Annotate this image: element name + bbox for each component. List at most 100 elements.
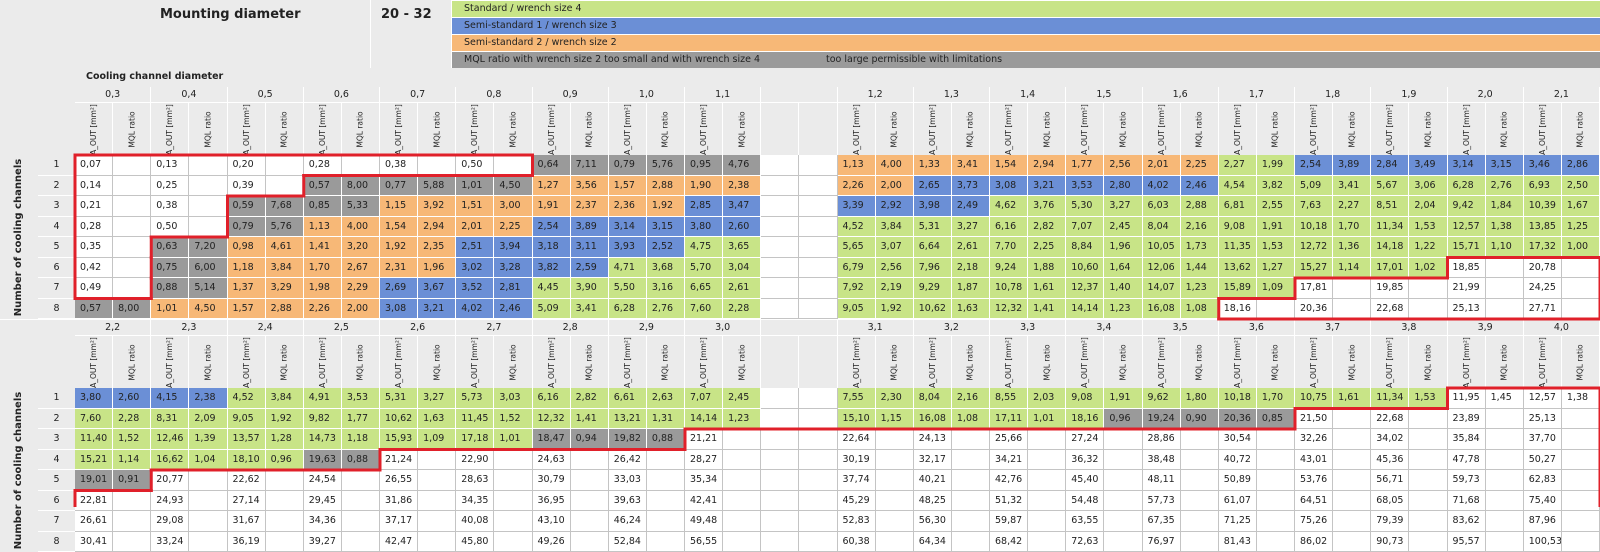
bottom-cell: 33,24	[151, 532, 189, 552]
top-cell: 2,26	[304, 299, 342, 320]
top-cell: 6,65	[685, 278, 723, 299]
top-col-label-10-mql: MQL ratio	[876, 103, 914, 155]
bottom-cell: 59,73	[1448, 470, 1486, 491]
bottom-cell: 45,36	[1371, 450, 1409, 471]
bottom-cell	[1181, 511, 1219, 532]
bottom-cell	[571, 450, 609, 471]
legend-semi-standard-2: Semi-standard 2 / wrench size 2	[452, 35, 1600, 51]
top-cell: 1,61	[1028, 278, 1066, 299]
bottom-cell: 1,09	[418, 429, 456, 450]
top-cell: 0,38	[151, 196, 189, 217]
top-cell	[1409, 278, 1447, 299]
bottom-cell: 25,66	[990, 429, 1028, 450]
top-cell: 2,25	[494, 217, 532, 238]
bottom-cell	[189, 491, 227, 512]
bottom-cell: 14,73	[304, 429, 342, 450]
top-col-label-text: MQL ratio	[280, 111, 289, 147]
top-cell: 1,44	[1181, 258, 1219, 279]
bottom-cell: 9,08	[1066, 388, 1104, 409]
top-cell	[799, 176, 837, 197]
top-cell: 1,54	[990, 155, 1028, 176]
top-cell	[113, 258, 151, 279]
bottom-cell	[761, 450, 799, 471]
bottom-cell: 1,01	[1028, 409, 1066, 430]
bottom-header-left	[0, 320, 75, 388]
bottom-cell: 7,60	[75, 409, 113, 430]
top-cell: 3,07	[876, 237, 914, 258]
top-diameter-8: 1,1	[685, 87, 761, 103]
bottom-col-label-19-mql: MQL ratio	[1562, 336, 1600, 388]
top-cell: 3,52	[456, 278, 494, 299]
bottom-cell: 1,14	[113, 450, 151, 471]
top-cell: 0,63	[151, 237, 189, 258]
top-cell: 2,01	[456, 217, 494, 238]
bottom-cell: 63,55	[1066, 511, 1104, 532]
bottom-cell: 51,32	[990, 491, 1028, 512]
top-col-label-text: MQL ratio	[890, 111, 899, 147]
bottom-cell	[647, 491, 685, 512]
bottom-cell: 43,01	[1295, 450, 1333, 471]
top-col-label-6-mql: MQL ratio	[571, 103, 609, 155]
bottom-cell: 56,30	[914, 511, 952, 532]
bottom-cell: 62,83	[1524, 470, 1562, 491]
bottom-cell: 0,88	[342, 450, 380, 471]
bottom-cell: 25,13	[1524, 409, 1562, 430]
top-cell: 1,57	[609, 176, 647, 197]
bottom-cell	[1562, 511, 1600, 532]
bottom-cell: 67,35	[1143, 511, 1181, 532]
top-cell: 1,01	[456, 176, 494, 197]
bottom-cell: 4,15	[151, 388, 189, 409]
bottom-col-label-6-aout: A_OUT [mm²]	[533, 336, 571, 388]
bottom-cell: 37,74	[838, 470, 876, 491]
top-cell: 3,18	[533, 237, 571, 258]
top-cell: 0,49	[75, 278, 113, 299]
top-diameter-13: 1,5	[1066, 87, 1142, 103]
top-cell: 3,00	[494, 196, 532, 217]
bottom-cell	[647, 532, 685, 552]
top-col-label-text: A_OUT [mm²]	[318, 104, 327, 155]
top-cell: 5,67	[1371, 176, 1409, 197]
bottom-cell	[1104, 532, 1142, 552]
top-row-number-1: 1	[38, 155, 75, 176]
top-col-label-6-aout: A_OUT [mm²]	[533, 103, 571, 155]
top-cell: 0,98	[228, 237, 266, 258]
bottom-cell: 28,63	[456, 470, 494, 491]
top-cell: 3,93	[609, 237, 647, 258]
bottom-cell: 1,52	[113, 429, 151, 450]
top-cell	[342, 155, 380, 176]
top-cell: 9,05	[838, 299, 876, 320]
bottom-row-number-7: 7	[38, 511, 75, 532]
top-cell: 1,09	[1257, 278, 1295, 299]
bottom-col-label-8-mql: MQL ratio	[723, 336, 761, 388]
bottom-cell	[189, 511, 227, 532]
bottom-col-label-text: A_OUT [mm²]	[1080, 337, 1089, 388]
bottom-cell	[952, 532, 990, 552]
top-cell: 2,29	[342, 278, 380, 299]
bottom-col-label-19-aout: A_OUT [mm²]	[1524, 336, 1562, 388]
bottom-col-label-14-aout: A_OUT [mm²]	[1143, 336, 1181, 388]
top-cell: 1,13	[838, 155, 876, 176]
bottom-cell	[266, 470, 304, 491]
bottom-cell	[876, 450, 914, 471]
bottom-cell	[1104, 470, 1142, 491]
bottom-cell: 0,90	[1181, 409, 1219, 430]
bottom-col-label-1-aout: A_OUT [mm²]	[151, 336, 189, 388]
top-cell: 2,60	[723, 217, 761, 238]
bottom-cell: 8,04	[914, 388, 952, 409]
bottom-col-label-1-mql: MQL ratio	[189, 336, 227, 388]
bottom-cell	[647, 511, 685, 532]
bottom-cell: 17,18	[456, 429, 494, 450]
top-cell: 3,41	[952, 155, 990, 176]
top-cell: 3,68	[647, 258, 685, 279]
bottom-cell: 13,57	[228, 429, 266, 450]
bottom-cell: 64,34	[914, 532, 952, 552]
bottom-col-label-text: MQL ratio	[280, 344, 289, 380]
top-row-axis-label: Number of cooling channels	[0, 155, 38, 319]
bottom-cell: 19,24	[1143, 409, 1181, 430]
top-row-number-3: 3	[38, 196, 75, 217]
bottom-diameter-16: 3,7	[1295, 320, 1371, 336]
bottom-diameter-4: 2,6	[380, 320, 456, 336]
bottom-cell: 86,02	[1295, 532, 1333, 552]
top-cell: 2,61	[723, 278, 761, 299]
bottom-cell: 15,93	[380, 429, 418, 450]
